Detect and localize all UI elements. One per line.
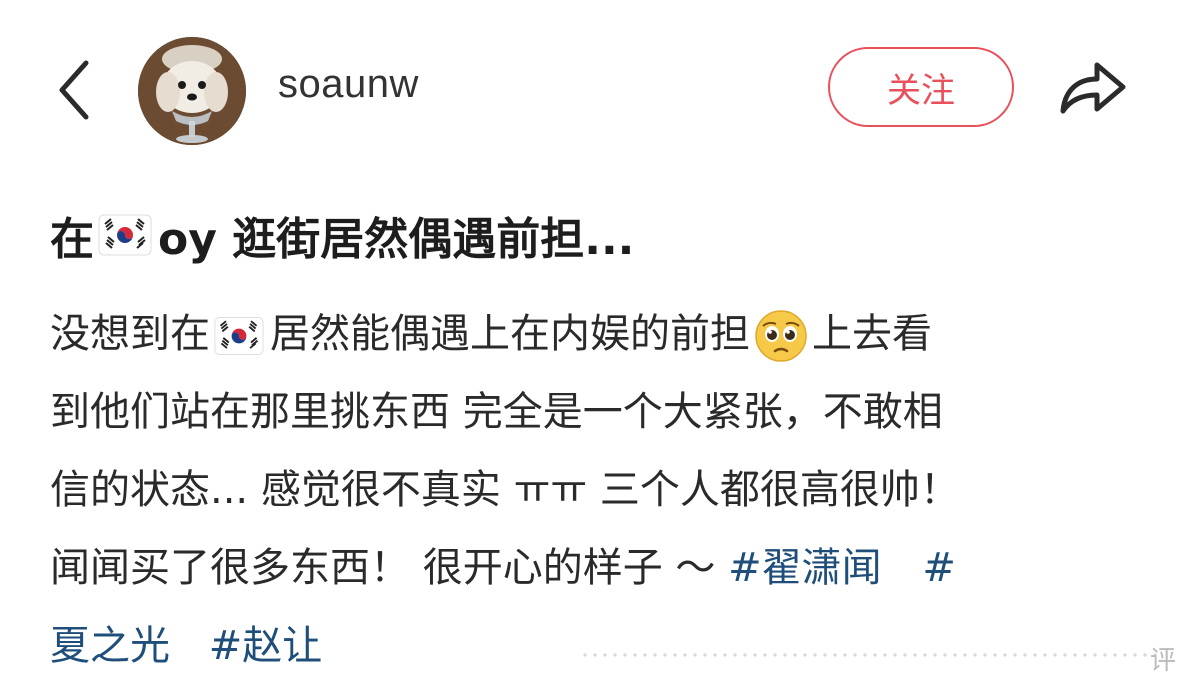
share-button[interactable] bbox=[1055, 55, 1129, 119]
body-line-2: 到他们站在那里挑东西 完全是一个大紧张，不敢相 bbox=[50, 389, 943, 435]
hashtag-link[interactable]: 夏之光 bbox=[50, 623, 170, 669]
avatar[interactable] bbox=[138, 37, 246, 145]
avatar-dog-image bbox=[138, 37, 246, 145]
post-title: 在 oy 逛街居然偶遇前担... bbox=[50, 203, 1150, 267]
body-text-segment: 上去看 bbox=[812, 311, 932, 357]
post-header: soaunw 关注 bbox=[0, 0, 1179, 180]
post-body: 没想到在 居然能偶遇上在内娱的前担 上去看 到他们站在那里挑东西 完全是一个大紧… bbox=[50, 295, 1140, 685]
fade-divider bbox=[580, 651, 1160, 659]
pleading-face-icon bbox=[755, 310, 807, 362]
body-line-3: 信的状态... 感觉很不真实 ㅠㅠ 三个人都很高很帅！ bbox=[50, 467, 960, 513]
follow-button[interactable]: 关注 bbox=[828, 47, 1014, 127]
body-text-segment: 居然能偶遇上在内娱的前担 bbox=[270, 311, 750, 357]
title-text: oy 逛街居然偶遇前担... bbox=[158, 214, 635, 265]
share-arrow-icon bbox=[1060, 62, 1126, 114]
title-prefix: 在 bbox=[50, 214, 94, 265]
body-text-segment: 没想到在 bbox=[50, 311, 210, 357]
hashtag-link[interactable]: # bbox=[922, 545, 956, 591]
chevron-left-icon bbox=[59, 60, 89, 120]
watermark-text: 评 bbox=[1150, 646, 1177, 676]
body-line-1: 没想到在 居然能偶遇上在内娱的前担 上去看 bbox=[50, 295, 1140, 373]
hashtag-link[interactable]: #赵让 bbox=[209, 623, 323, 669]
username[interactable]: soaunw bbox=[278, 62, 419, 107]
back-button[interactable] bbox=[50, 55, 100, 125]
body-text-segment: 闻闻买了很多东西！ 很开心的样子 ～ bbox=[50, 545, 729, 591]
hashtag-link[interactable]: #翟潇闻 bbox=[728, 545, 882, 591]
body-line-4: 闻闻买了很多东西！ 很开心的样子 ～ #翟潇闻 # bbox=[50, 529, 1140, 607]
korea-flag-icon bbox=[98, 214, 152, 256]
korea-flag-icon bbox=[214, 317, 264, 355]
body-line-5: 夏之光 #赵让 bbox=[50, 607, 1140, 685]
